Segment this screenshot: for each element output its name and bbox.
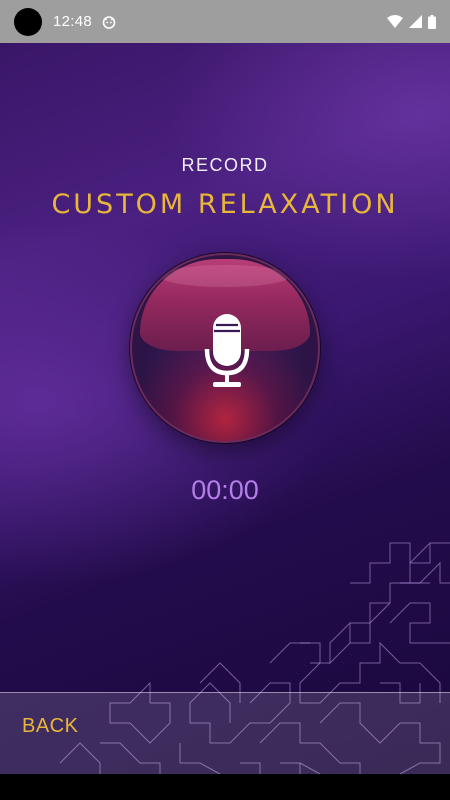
page-title: CUSTOM RELAXATION (51, 189, 399, 220)
wifi-icon (387, 15, 403, 28)
back-button[interactable]: BACK (22, 715, 78, 738)
avatar (14, 7, 42, 36)
record-button[interactable] (130, 253, 320, 443)
button-highlight (160, 265, 290, 287)
bottom-bar: BACK (0, 692, 450, 774)
microphone-icon (204, 314, 250, 387)
status-time: 12:48 (53, 13, 93, 30)
battery-icon (428, 14, 436, 29)
recording-timer: 00:00 (191, 475, 259, 505)
navigation-bar (0, 774, 450, 800)
signal-icon (409, 15, 422, 28)
page-subtitle: RECORD (181, 155, 269, 175)
status-bar: 12:48 (0, 0, 450, 43)
main-screen: RECORD CUSTOM RELAXATION 00:00 (0, 43, 450, 774)
app-notification-icon (102, 15, 116, 29)
